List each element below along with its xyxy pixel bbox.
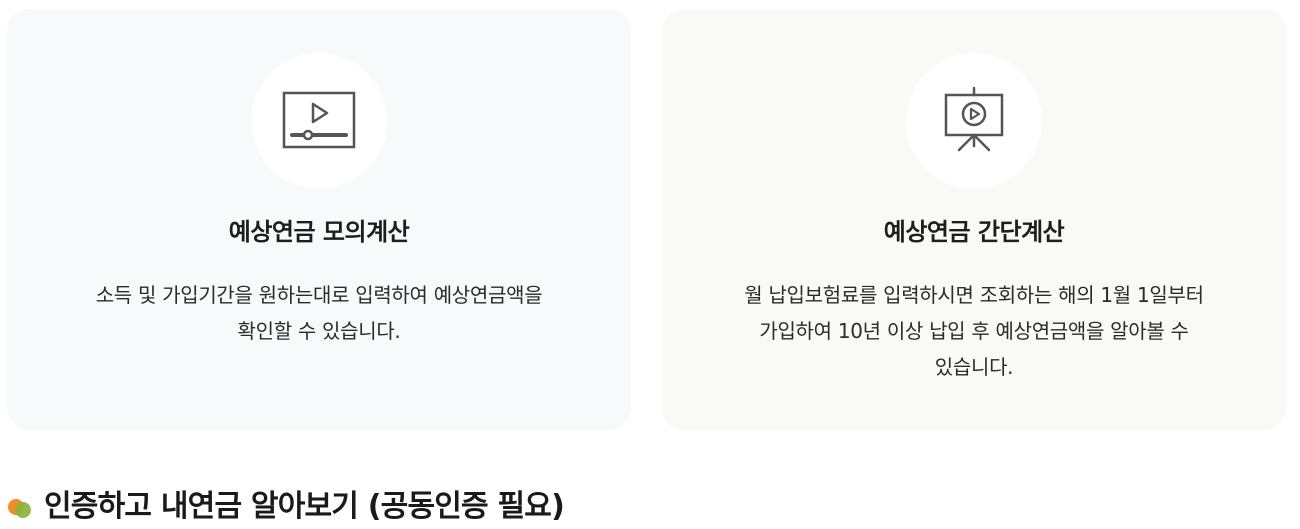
description-line: 가입하여 10년 이상 납입 후 예상연금액을 알아볼 수: [759, 319, 1189, 343]
description-line: 있습니다.: [934, 355, 1014, 379]
section-title: 인증하고 내연금 알아보기 (공동인증 필요): [44, 489, 565, 524]
icon-circle: [906, 53, 1042, 189]
mock-calculation-card[interactable]: 예상연금 모의계산 소득 및 가입기간을 원하는대로 입력하여 예상연금액을 확…: [7, 9, 631, 430]
card-description: 소득 및 가입기간을 원하는대로 입력하여 예상연금액을 확인할 수 있습니다.: [47, 277, 591, 349]
description-line: 확인할 수 있습니다.: [237, 319, 401, 343]
calculator-cards: 예상연금 모의계산 소득 및 가입기간을 원하는대로 입력하여 예상연금액을 확…: [7, 9, 1286, 430]
icon-circle: [251, 53, 387, 189]
description-line: 소득 및 가입기간을 원하는대로 입력하여 예상연금액을: [95, 283, 543, 307]
video-player-icon: [282, 91, 356, 149]
description-line: 월 납입보험료를 입력하시면 조회하는 해의 1월 1일부터: [744, 283, 1204, 307]
section-heading: 인증하고 내연금 알아보기 (공동인증 필요): [8, 484, 565, 529]
card-title: 예상연금 간단계산: [883, 218, 1065, 246]
presentation-video-icon: [944, 86, 1004, 152]
card-description: 월 납입보험료를 입력하시면 조회하는 해의 1월 1일부터 가입하여 10년 …: [702, 277, 1246, 385]
bullet-icon: [8, 495, 32, 519]
simple-calculation-card[interactable]: 예상연금 간단계산 월 납입보험료를 입력하시면 조회하는 해의 1월 1일부터…: [662, 9, 1286, 430]
card-title: 예상연금 모의계산: [228, 218, 410, 246]
